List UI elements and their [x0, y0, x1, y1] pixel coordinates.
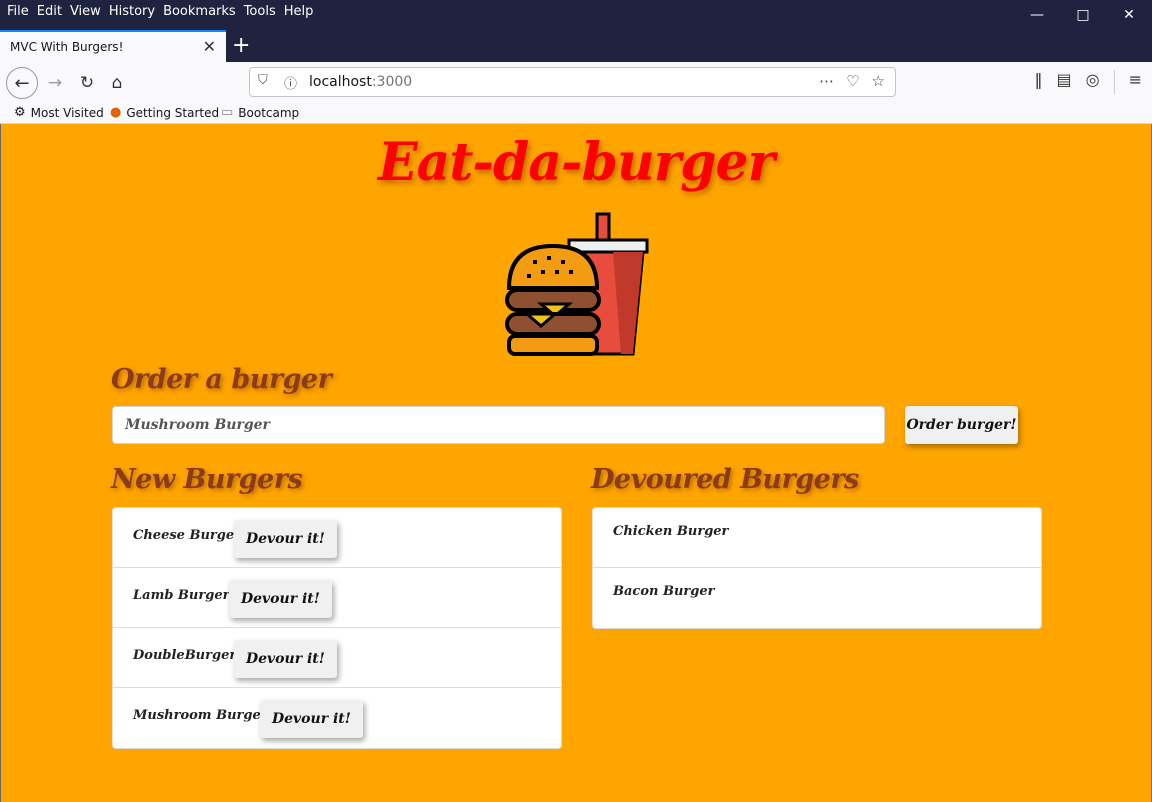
forward-icon[interactable]: →: [40, 68, 70, 98]
pocket-icon[interactable]: ♡: [846, 72, 859, 90]
burger-name: Mushroom Burger: [133, 708, 268, 723]
menu-file[interactable]: File: [7, 4, 29, 19]
bookmarks-toolbar: ⚙ Most Visited ● Getting Started ▭ Bootc…: [0, 102, 1152, 124]
menu-history[interactable]: History: [109, 4, 155, 19]
devour-button[interactable]: Devour it!: [260, 700, 363, 738]
list-item: Chicken Burger: [593, 508, 1041, 568]
menu-tools[interactable]: Tools: [244, 4, 276, 19]
back-icon[interactable]: ←: [6, 67, 38, 99]
hamburger-menu-icon[interactable]: ≡: [1129, 70, 1142, 94]
menu-bookmarks[interactable]: Bookmarks: [163, 4, 236, 19]
shield-icon[interactable]: ⛉: [258, 73, 268, 88]
account-icon[interactable]: ◎: [1086, 70, 1100, 94]
navigation-toolbar: ← → ↻ ⌂ ⛉ ⓘ localhost:3000 ⋯ ♡ ☆ ‖ ▤ ◎ ≡: [0, 62, 1152, 102]
menu-bar: File Edit View History Bookmarks Tools H…: [0, 0, 1152, 30]
list-item: DoubleBurger Devour it!: [113, 628, 561, 688]
devoured-burgers-list: Chicken Burger Bacon Burger: [592, 507, 1042, 629]
tab-strip: MVC With Burgers! ✕ +: [0, 30, 1152, 62]
burger-name: Lamb Burger: [133, 588, 230, 603]
more-actions-icon[interactable]: ⋯: [819, 72, 834, 90]
new-burgers-list: Cheese Burger Devour it! Lamb Burger Dev…: [112, 507, 562, 749]
gear-icon: ⚙: [14, 105, 26, 120]
minimize-icon[interactable]: —: [1014, 0, 1060, 30]
burger-name: Chicken Burger: [613, 524, 729, 539]
home-icon[interactable]: ⌂: [102, 68, 132, 98]
folder-icon: ▭: [221, 105, 234, 120]
burger-name-input[interactable]: [112, 406, 885, 444]
bookmark-bootcamp[interactable]: ▭ Bootcamp: [221, 105, 299, 120]
toolbar-divider: [1113, 70, 1115, 94]
maximize-icon[interactable]: □: [1060, 0, 1106, 30]
new-burgers-heading: New Burgers: [111, 464, 303, 495]
devour-button[interactable]: Devour it!: [229, 580, 332, 618]
address-bar[interactable]: ⛉ ⓘ localhost:3000 ⋯ ♡ ☆: [249, 67, 896, 97]
browser-tab[interactable]: MVC With Burgers! ✕: [0, 30, 226, 62]
list-item: Lamb Burger Devour it!: [113, 568, 561, 628]
order-burger-button[interactable]: Order burger!: [905, 406, 1018, 444]
menu-view[interactable]: View: [70, 4, 101, 19]
library-icon[interactable]: ‖: [1035, 70, 1043, 94]
reload-icon[interactable]: ↻: [72, 68, 102, 98]
page-title: Eat-da-burger: [378, 132, 775, 193]
bookmark-getting-started[interactable]: ● Getting Started: [110, 105, 219, 120]
order-heading: Order a burger: [111, 364, 332, 395]
devour-button[interactable]: Devour it!: [234, 520, 337, 558]
firefox-icon: ●: [110, 105, 122, 120]
url-text[interactable]: localhost:3000: [309, 74, 412, 90]
burger-name: Bacon Burger: [613, 584, 715, 599]
close-window-icon[interactable]: ✕: [1106, 0, 1152, 30]
info-icon[interactable]: ⓘ: [284, 73, 297, 92]
burger-name: Cheese Burger: [133, 528, 241, 543]
list-item: Bacon Burger: [593, 568, 1041, 628]
sidebar-icon[interactable]: ▤: [1057, 70, 1072, 94]
close-tab-icon[interactable]: ✕: [203, 37, 216, 56]
new-tab-icon[interactable]: +: [232, 33, 250, 58]
list-item: Cheese Burger Devour it!: [113, 508, 561, 568]
menu-help[interactable]: Help: [284, 4, 314, 19]
bookmark-star-icon[interactable]: ☆: [872, 72, 885, 90]
page-content: Eat-da-burger Order a burger Order burge…: [0, 124, 1152, 802]
burger-drink-logo: [505, 212, 649, 356]
tab-title: MVC With Burgers!: [10, 40, 124, 54]
bookmark-most-visited[interactable]: ⚙ Most Visited: [14, 105, 104, 120]
menu-edit[interactable]: Edit: [37, 4, 62, 19]
devoured-burgers-heading: Devoured Burgers: [591, 464, 859, 495]
burger-name: DoubleBurger: [133, 648, 237, 663]
devour-button[interactable]: Devour it!: [234, 640, 337, 678]
list-item: Mushroom Burger Devour it!: [113, 688, 561, 748]
